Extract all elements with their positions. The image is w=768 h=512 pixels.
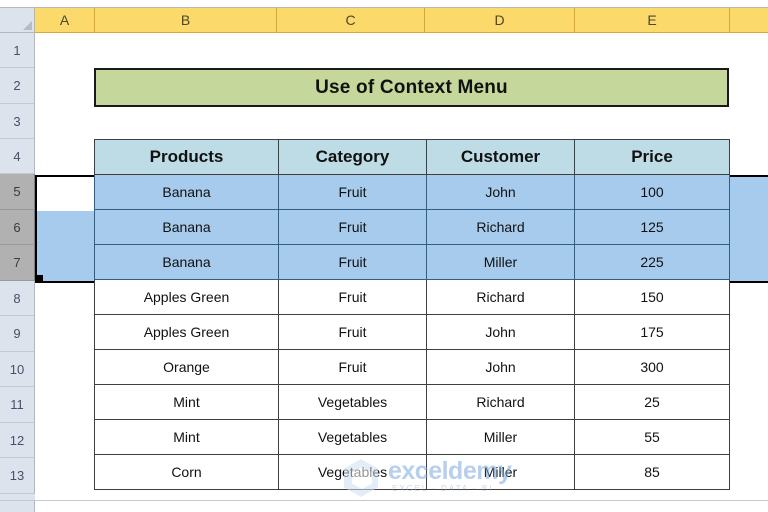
cell-price[interactable]: 100 [574,174,730,210]
cell-category[interactable]: Fruit [278,349,427,385]
cell-customer[interactable]: Miller [426,244,575,280]
column-header-category: Category [278,139,427,175]
table-row[interactable]: Mint Vegetables Richard 25 [94,384,730,420]
row-header-8[interactable]: 8 [0,281,35,316]
column-header-e[interactable]: E [575,8,730,33]
cell-products[interactable]: Mint [94,384,279,420]
row-header-7[interactable]: 7 [0,245,35,281]
cell-category[interactable]: Fruit [278,209,427,245]
table-row[interactable]: Banana Fruit John 100 [94,174,730,210]
cell-customer[interactable]: Richard [426,209,575,245]
row-header-9[interactable]: 9 [0,316,35,352]
cell-category[interactable]: Vegetables [278,454,427,490]
cell-products[interactable]: Banana [94,209,279,245]
row-header-10[interactable]: 10 [0,352,35,387]
table-row[interactable]: Banana Fruit Miller 225 [94,244,730,280]
cell-products[interactable]: Apples Green [94,314,279,350]
select-all-triangle-icon [23,21,32,30]
row-header-column: 1 2 3 4 5 6 7 8 9 10 11 12 13 [0,33,35,512]
table-row[interactable]: Banana Fruit Richard 125 [94,209,730,245]
selection-fill-handle[interactable] [36,275,43,282]
row-header-5[interactable]: 5 [0,174,35,210]
table-row[interactable]: Apples Green Fruit Richard 150 [94,279,730,315]
column-header-price: Price [574,139,730,175]
cell-category[interactable]: Fruit [278,244,427,280]
row-header-13[interactable]: 13 [0,458,35,494]
table-row[interactable]: Corn Vegetables Miller 85 [94,454,730,490]
cell-category[interactable]: Fruit [278,314,427,350]
column-header-band: A B C D E [0,8,768,33]
page-title: Use of Context Menu [94,68,729,107]
cell-category[interactable]: Vegetables [278,384,427,420]
cell-price[interactable]: 85 [574,454,730,490]
cell-customer[interactable]: John [426,314,575,350]
row-header-12[interactable]: 12 [0,423,35,458]
row-header-1[interactable]: 1 [0,33,35,68]
cell-products[interactable]: Apples Green [94,279,279,315]
cell-category[interactable]: Fruit [278,279,427,315]
row-header-6[interactable]: 6 [0,210,35,245]
column-header-d[interactable]: D [425,8,575,33]
cell-price[interactable]: 150 [574,279,730,315]
row-header-11[interactable]: 11 [0,387,35,423]
cell-customer[interactable]: John [426,174,575,210]
grid-bottom-edge [0,500,768,512]
column-header-f[interactable] [730,8,768,33]
cell-category[interactable]: Vegetables [278,419,427,455]
cell-customer[interactable]: John [426,349,575,385]
column-header-products: Products [94,139,279,175]
selection-highlight-right-overflow [729,176,768,281]
table-row[interactable]: Orange Fruit John 300 [94,349,730,385]
table-row[interactable]: Mint Vegetables Miller 55 [94,419,730,455]
table-row[interactable]: Apples Green Fruit John 175 [94,314,730,350]
row-header-3[interactable]: 3 [0,104,35,139]
cell-customer[interactable]: Miller [426,454,575,490]
column-header-a[interactable]: A [35,8,95,33]
cell-products[interactable]: Banana [94,174,279,210]
cell-products[interactable]: Banana [94,244,279,280]
row-header-4[interactable]: 4 [0,139,35,174]
row-header-2[interactable]: 2 [0,68,35,104]
cell-customer[interactable]: Richard [426,279,575,315]
column-header-c[interactable]: C [277,8,425,33]
cell-price[interactable]: 175 [574,314,730,350]
spreadsheet-canvas: A B C D E 1 2 3 4 5 6 7 8 9 10 11 12 13 … [0,0,768,512]
cell-products[interactable]: Orange [94,349,279,385]
column-header-customer: Customer [426,139,575,175]
table-header-row: Products Category Customer Price [94,139,730,175]
data-table: Products Category Customer Price Banana … [94,139,730,490]
cell-price[interactable]: 225 [574,244,730,280]
cell-category[interactable]: Fruit [278,174,427,210]
cell-customer[interactable]: Miller [426,419,575,455]
select-all-corner-button[interactable] [0,8,35,33]
selection-highlight-column-a [36,211,94,281]
formula-bar-edge [0,0,768,8]
cell-price[interactable]: 55 [574,419,730,455]
row-header-bottom-edge [0,500,35,512]
cell-price[interactable]: 25 [574,384,730,420]
cell-customer[interactable]: Richard [426,384,575,420]
cell-products[interactable]: Mint [94,419,279,455]
cell-products[interactable]: Corn [94,454,279,490]
cell-price[interactable]: 300 [574,349,730,385]
column-header-b[interactable]: B [95,8,277,33]
cell-price[interactable]: 125 [574,209,730,245]
